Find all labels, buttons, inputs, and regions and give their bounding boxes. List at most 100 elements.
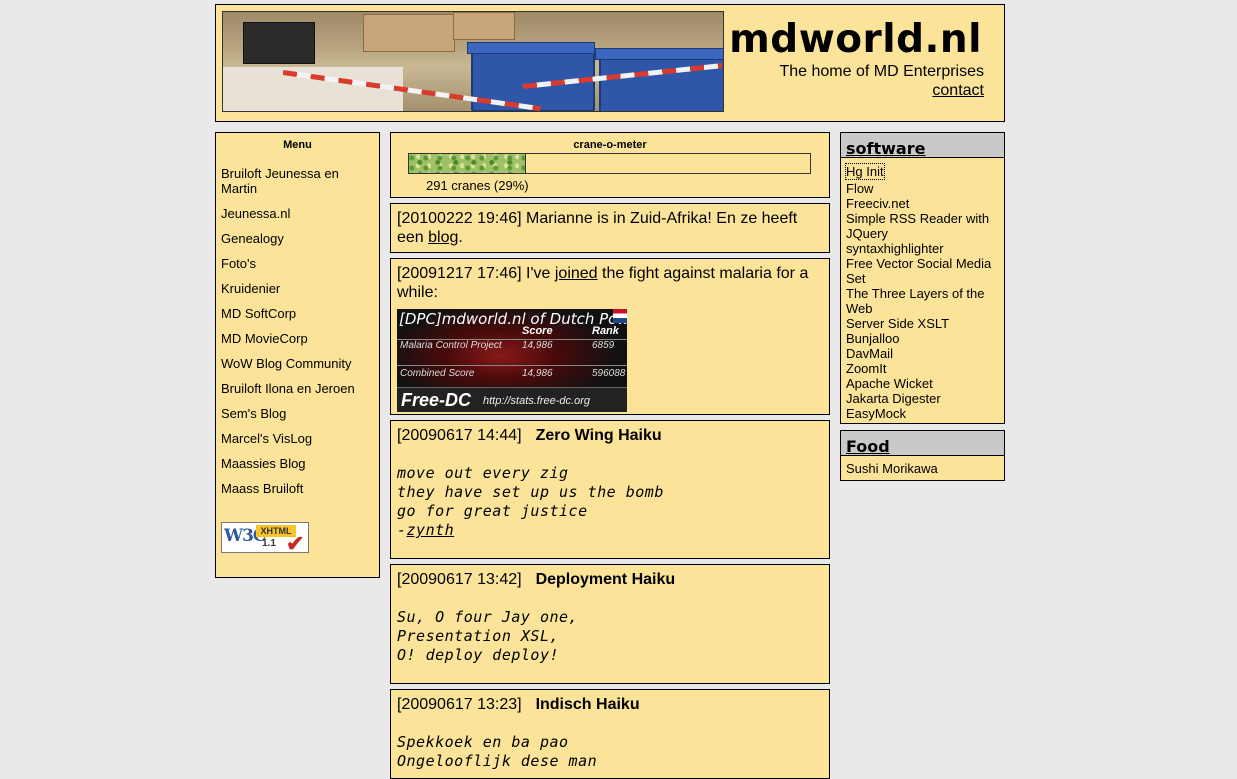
- cardboard-box-shape: [453, 12, 515, 40]
- banner-footer: Free-DC http://stats.free-dc.org: [397, 387, 627, 412]
- haiku-line: they have set up us the bomb: [397, 483, 664, 501]
- blog-post: [20091217 17:46] I've joined the fight a…: [390, 258, 830, 415]
- haiku-line: Spekkoek en ba pao: [397, 733, 569, 751]
- badge-version: 1.1: [262, 538, 276, 549]
- menu-item-fotos[interactable]: Foto's: [221, 256, 371, 271]
- post-title: Zero Wing Haiku: [535, 427, 662, 444]
- software-link-freeciv[interactable]: Freeciv.net: [846, 196, 999, 211]
- software-link-social-media-set[interactable]: Free Vector Social Media Set: [846, 256, 999, 286]
- header-photo: [222, 11, 724, 112]
- post-title: Indisch Haiku: [535, 696, 640, 713]
- site-tagline: The home of MD Enterprises: [779, 63, 984, 80]
- menu-item-bruiloft-ilona[interactable]: Bruiloft Ilona en Jeroen: [221, 381, 371, 396]
- post-header: [20090617 14:44] Zero Wing Haiku: [391, 421, 829, 445]
- menu-item-marcels-vislog[interactable]: Marcel's VisLog: [221, 431, 371, 446]
- banner-row1-score: 14,986: [522, 340, 553, 351]
- menu-item-jeunessa[interactable]: Jeunessa.nl: [221, 206, 371, 221]
- menu-list: Bruiloft Jeunessa en Martin Jeunessa.nl …: [221, 166, 371, 506]
- software-heading: software: [846, 139, 926, 158]
- software-heading-bar: software: [841, 133, 1004, 158]
- menu-title: Menu: [283, 139, 312, 151]
- post-timestamp: [20090617 14:44]: [397, 427, 522, 444]
- blog-post: [20090617 14:44] Zero Wing Haiku move out…: [390, 420, 830, 559]
- post-text-end: .: [458, 229, 463, 246]
- software-link-three-layers[interactable]: The Three Layers of the Web: [846, 286, 999, 316]
- haiku-line: O! deploy deploy!: [397, 646, 560, 664]
- banner-divider: [397, 365, 627, 366]
- food-list: Sushi Morikawa: [841, 456, 1004, 476]
- blog-link[interactable]: blog: [428, 229, 458, 246]
- checkmark-icon: ✔: [286, 531, 305, 556]
- blog-post: [20090617 13:23] Indisch Haiku Spekkoek e…: [390, 689, 830, 779]
- software-list: Hg Init Flow Freeciv.net Simple RSS Read…: [841, 158, 1004, 421]
- software-link-syntaxhighlighter[interactable]: syntaxhighlighter: [846, 241, 999, 256]
- menu-item-maass-bruiloft[interactable]: Maass Bruiloft: [221, 481, 371, 496]
- banner-score-header: Score: [522, 325, 553, 337]
- banner-row1-rank: 6859: [592, 340, 615, 351]
- menu-item-md-moviecorp[interactable]: MD MovieCorp: [221, 331, 371, 346]
- monitor-shape: [243, 22, 315, 64]
- haiku-line: Su, O four Jay one,: [397, 608, 579, 626]
- cardboard-boxes-shape: [363, 14, 455, 52]
- crane-progress-bar: [408, 153, 811, 174]
- software-link-apache-wicket[interactable]: Apache Wicket: [846, 376, 999, 391]
- menu-item-md-softcorp[interactable]: MD SoftCorp: [221, 306, 371, 321]
- food-heading: Food: [846, 437, 890, 456]
- crane-count: 291 cranes (29%): [426, 178, 529, 193]
- crane-o-meter-title: crane-o-meter: [573, 139, 647, 151]
- banner-url: http://stats.free-dc.org: [483, 395, 590, 407]
- post-text: I've: [521, 265, 555, 282]
- menu-item-genealogy[interactable]: Genealogy: [221, 231, 371, 246]
- post-body: [20091217 17:46] I've joined the fight a…: [391, 259, 829, 302]
- software-link-easymock[interactable]: EasyMock: [846, 406, 999, 421]
- haiku-line: Ongelooflijk dese man: [397, 752, 598, 770]
- menu-item-kruidenier[interactable]: Kruidenier: [221, 281, 371, 296]
- joined-link[interactable]: joined: [555, 265, 598, 282]
- software-link-davmail[interactable]: DavMail: [846, 346, 999, 361]
- food-heading-bar: Food: [841, 431, 1004, 456]
- blog-post: [20100222 19:46] Marianne is in Zuid-Afr…: [390, 203, 830, 253]
- crane-o-meter-panel: crane-o-meter 291 cranes (29%): [390, 132, 830, 198]
- software-link-flow[interactable]: Flow: [846, 181, 999, 196]
- software-link-hg-init[interactable]: Hg Init: [845, 163, 885, 180]
- banner-rank-header: Rank: [592, 325, 619, 337]
- contact-link[interactable]: contact: [932, 82, 984, 100]
- software-link-rss-reader[interactable]: Simple RSS Reader with JQuery: [846, 211, 999, 241]
- free-dc-logo: Free-DC: [401, 390, 472, 410]
- crane-progress-fill: [409, 154, 527, 173]
- menu-item-maassies-blog[interactable]: Maassies Blog: [221, 456, 371, 471]
- haiku: move out every zig they have set up us t…: [391, 464, 829, 540]
- food-link-sushi-morikawa[interactable]: Sushi Morikawa: [846, 461, 999, 476]
- food-panel: Food Sushi Morikawa: [840, 430, 1005, 481]
- post-timestamp: [20090617 13:42]: [397, 571, 522, 588]
- signature-dash: -: [397, 521, 407, 539]
- haiku-line: go for great justice: [397, 502, 588, 520]
- software-link-server-side-xslt[interactable]: Server Side XSLT: [846, 316, 999, 331]
- software-link-bunjalloo[interactable]: Bunjalloo: [846, 331, 999, 346]
- site-title: mdworld.nl: [729, 17, 982, 62]
- banner-row2-label: Combined Score: [400, 368, 475, 379]
- dutch-flag-icon: [613, 309, 627, 323]
- post-header: [20090617 13:42] Deployment Haiku: [391, 565, 829, 589]
- blog-post: [20090617 13:42] Deployment Haiku Su, O f…: [390, 564, 830, 684]
- post-header: [20090617 13:23] Indisch Haiku: [391, 690, 829, 714]
- banner-row1-label: Malaria Control Project: [400, 340, 502, 351]
- menu-panel: Menu Bruiloft Jeunessa en Martin Jeuness…: [215, 132, 380, 578]
- haiku: Spekkoek en ba pao Ongelooflijk dese man: [391, 733, 829, 771]
- haiku-signature: -zynth: [397, 521, 823, 540]
- software-panel: software Hg Init Flow Freeciv.net Simple…: [840, 132, 1005, 424]
- free-dc-stats-banner[interactable]: [DPC]mdworld.nl of Dutch Pow Score Rank …: [397, 309, 627, 412]
- post-body: [20100222 19:46] Marianne is in Zuid-Afr…: [391, 204, 829, 247]
- software-link-jakarta-digester[interactable]: Jakarta Digester: [846, 391, 999, 406]
- post-timestamp: [20100222 19:46]: [397, 210, 522, 227]
- blue-bin-lid-shape: [595, 48, 723, 60]
- menu-item-bruiloft-jeunessa[interactable]: Bruiloft Jeunessa en Martin: [221, 166, 371, 196]
- author-link[interactable]: zynth: [407, 521, 455, 539]
- menu-item-sems-blog[interactable]: Sem's Blog: [221, 406, 371, 421]
- xhtml-validation-badge[interactable]: W3C XHTML 1.1 ✔: [221, 522, 309, 556]
- haiku: Su, O four Jay one, Presentation XSL, O!…: [391, 608, 829, 665]
- blue-bin-lid-shape: [467, 42, 595, 54]
- menu-item-wow-blog[interactable]: WoW Blog Community: [221, 356, 371, 371]
- software-link-zoomit[interactable]: ZoomIt: [846, 361, 999, 376]
- banner-row2-rank: 596088: [592, 368, 626, 379]
